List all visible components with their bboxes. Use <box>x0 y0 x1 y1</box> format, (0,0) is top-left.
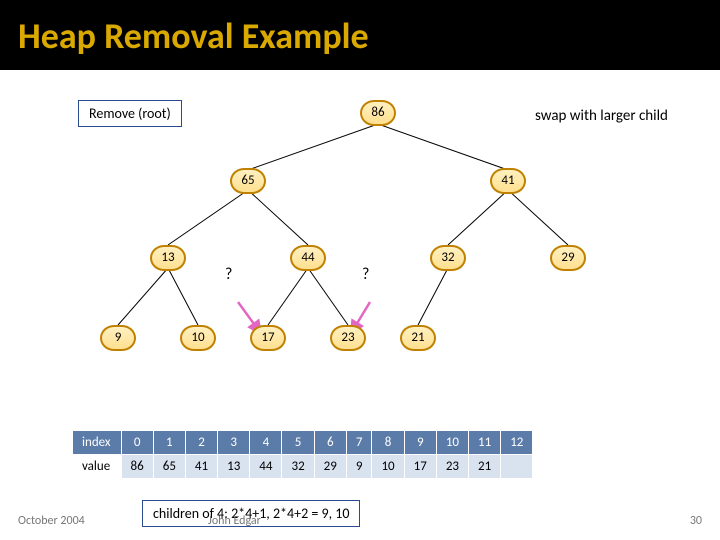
node-44: 44 <box>290 245 326 271</box>
index-label: index <box>73 431 122 455</box>
footer-date: October 2004 <box>18 514 85 528</box>
node-65: 65 <box>230 168 266 194</box>
footer: October 2004 John Edgar 30 <box>18 514 702 528</box>
node-9: 9 <box>100 325 136 351</box>
footer-author: John Edgar <box>208 514 261 528</box>
page-title: Heap Removal Example <box>18 14 702 58</box>
node-23: 23 <box>330 325 366 351</box>
node-29: 29 <box>550 245 586 271</box>
node-21: 21 <box>400 325 436 351</box>
node-41: 41 <box>490 168 526 194</box>
title-bar: Heap Removal Example <box>0 0 720 70</box>
remove-root-box: Remove (root) <box>78 100 182 127</box>
array-table: index 0 1 2 3 4 5 6 7 8 9 10 11 12 value… <box>72 430 533 479</box>
question-right: ? <box>362 265 369 284</box>
footer-page: 30 <box>690 514 702 528</box>
value-label: value <box>73 455 122 479</box>
node-root: 86 <box>360 100 396 126</box>
node-10: 10 <box>180 325 216 351</box>
node-13: 13 <box>150 245 186 271</box>
table-row: index 0 1 2 3 4 5 6 7 8 9 10 11 12 <box>73 431 533 455</box>
node-17: 17 <box>250 325 286 351</box>
node-32: 32 <box>430 245 466 271</box>
question-left: ? <box>225 265 232 284</box>
table-row: value 86 65 41 13 44 32 29 9 10 17 23 21 <box>73 455 533 479</box>
swap-note: swap with larger child <box>525 103 678 129</box>
